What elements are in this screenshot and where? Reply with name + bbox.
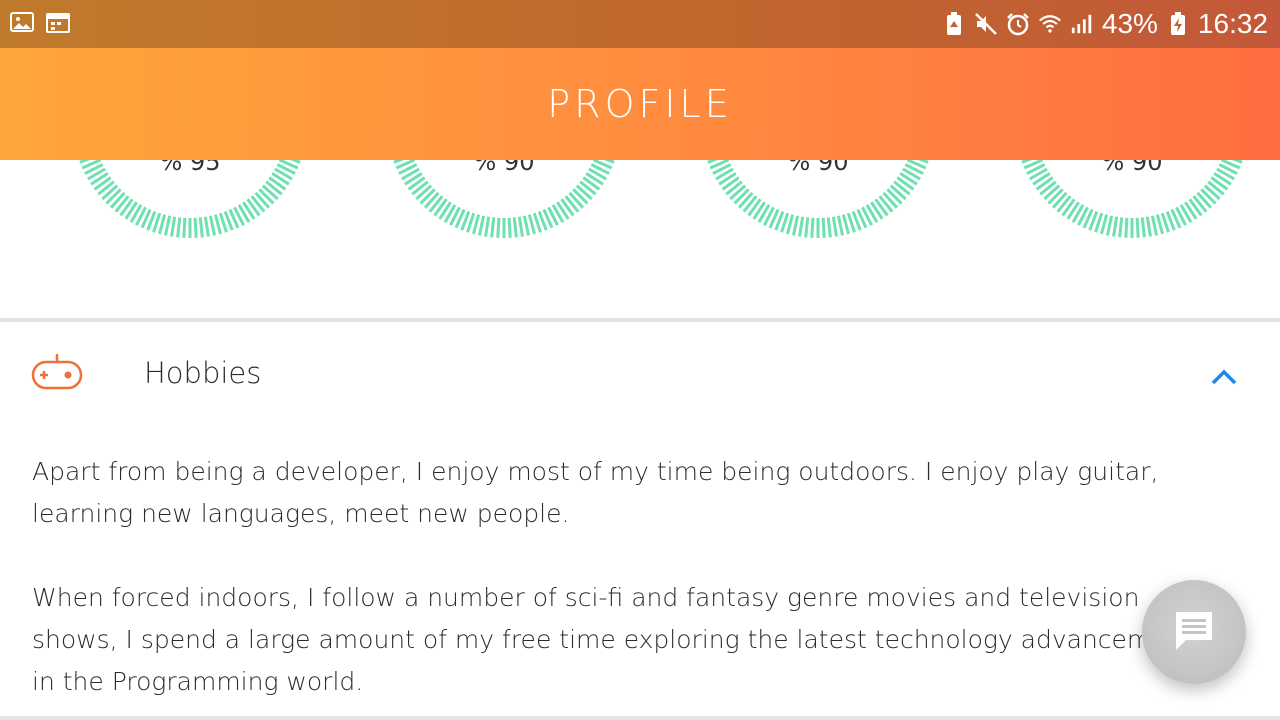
gauge-tick xyxy=(490,217,496,238)
app-bar: PROFILE xyxy=(0,48,1280,160)
gauge-tick xyxy=(791,215,800,236)
status-right-icons: 43% 16:32 xyxy=(942,6,1268,42)
hobbies-paragraph: When forced indoors, I follow a number o… xyxy=(32,583,1206,696)
section-title: Hobbies xyxy=(144,356,262,390)
gauge-tick xyxy=(472,214,481,235)
calendar-icon xyxy=(46,10,70,34)
gauge-tick xyxy=(1140,217,1146,238)
gauge-tick xyxy=(517,216,524,237)
status-left-icons xyxy=(10,10,70,34)
status-bar: 43% 16:32 xyxy=(0,0,1280,48)
gauge-tick xyxy=(786,214,795,235)
gauge-tick xyxy=(1112,216,1119,237)
gauge-tick xyxy=(1150,215,1159,236)
gauge-tick xyxy=(821,217,826,238)
gauge-tick xyxy=(477,215,486,236)
chevron-up-icon[interactable] xyxy=(1206,362,1242,392)
wifi-icon xyxy=(1038,12,1062,36)
bottom-divider xyxy=(0,716,1280,720)
gauge-tick xyxy=(193,217,198,238)
gauge-tick xyxy=(810,217,815,238)
chat-icon xyxy=(1172,608,1216,656)
alarm-icon xyxy=(1006,12,1030,36)
gauge-tick xyxy=(1118,217,1124,238)
gauge-tick xyxy=(522,215,531,236)
gauge-tick xyxy=(1105,215,1114,236)
clock: 16:32 xyxy=(1197,8,1268,39)
gauge-tick xyxy=(1100,214,1109,235)
gauge-tick xyxy=(512,217,518,238)
gauge-tick xyxy=(826,217,832,238)
gauge-tick xyxy=(163,215,172,236)
gauge-tick xyxy=(158,214,167,235)
gauge-tick xyxy=(1155,214,1164,235)
gauge-tick xyxy=(203,216,210,237)
battery-charging-icon xyxy=(1166,12,1190,36)
mute-icon xyxy=(974,12,998,36)
page-title: PROFILE xyxy=(547,82,733,126)
gauge-tick xyxy=(496,217,501,238)
gauge-tick xyxy=(213,214,222,235)
gauge-tick xyxy=(182,217,187,238)
gauge-tick xyxy=(1124,217,1129,238)
hobbies-header[interactable]: Hobbies xyxy=(0,332,1280,422)
gauge-tick xyxy=(170,216,177,237)
gauge-tick xyxy=(507,217,512,238)
signal-icon xyxy=(1070,12,1094,36)
gauge-tick xyxy=(1145,216,1152,237)
gauge-tick xyxy=(484,216,491,237)
gauge-tick xyxy=(176,217,182,238)
gallery-icon xyxy=(10,10,34,34)
gauge-tick xyxy=(831,216,838,237)
gauge-tick xyxy=(208,215,217,236)
gauge-tick xyxy=(836,215,845,236)
battery-saver-icon xyxy=(942,12,966,36)
gauge-tick xyxy=(804,217,810,238)
gauge-tick xyxy=(1135,217,1140,238)
hobbies-paragraph: Apart from being a developer, I enjoy mo… xyxy=(32,457,1159,528)
battery-percent: 43% xyxy=(1101,8,1158,39)
gamepad-icon xyxy=(30,352,84,392)
gauge-tick xyxy=(798,216,805,237)
chat-button[interactable] xyxy=(1142,580,1246,684)
section-divider xyxy=(0,318,1280,322)
gauge-tick xyxy=(841,214,850,235)
gauge-tick xyxy=(198,217,204,238)
gauge-tick xyxy=(527,214,536,235)
